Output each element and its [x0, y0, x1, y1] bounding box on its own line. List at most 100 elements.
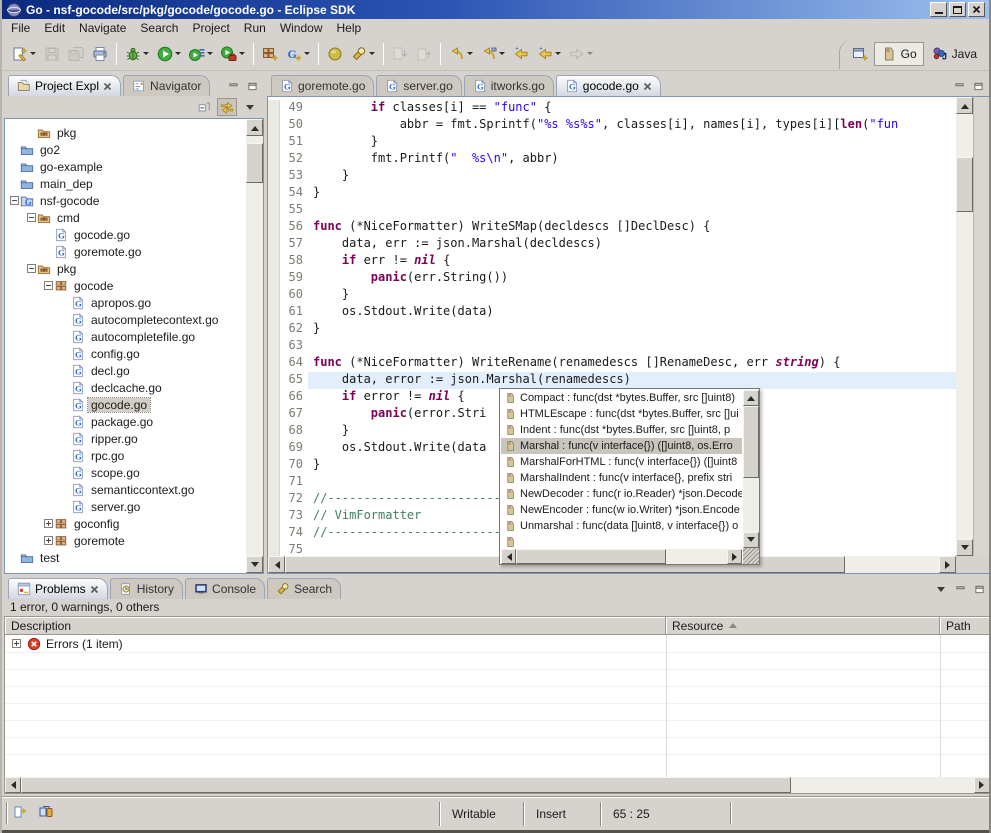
popup-resize-grip[interactable]: [743, 548, 759, 564]
run-history-dropdown-arrow[interactable]: [207, 52, 213, 58]
menu-navigate[interactable]: Navigate: [72, 19, 133, 37]
tab-close-icon[interactable]: [643, 82, 652, 91]
code-line-63[interactable]: 63: [268, 338, 956, 355]
tree-item-nsf-gocode[interactable]: Gnsf-gocode: [5, 192, 246, 209]
new-wizard-button[interactable]: [8, 42, 40, 66]
back-to-last-edit-dropdown-arrow[interactable]: [499, 52, 505, 58]
minus-expander[interactable]: [43, 281, 54, 290]
tree-scrollbar[interactable]: [246, 119, 263, 573]
problems-hscrollbar-thumb[interactable]: [21, 777, 791, 793]
menu-file[interactable]: File: [4, 19, 37, 37]
external-tools-dropdown-arrow[interactable]: [239, 52, 245, 58]
minimize-problems-button[interactable]: [952, 582, 968, 596]
problems-scroll-right-button[interactable]: [974, 777, 990, 793]
menu-run[interactable]: Run: [237, 19, 273, 37]
tree-item-go-example[interactable]: go-example: [5, 158, 246, 175]
problems-scroll-left-button[interactable]: [5, 777, 21, 793]
tree-item-rpc-go[interactable]: Grpc.go: [5, 447, 246, 464]
tab-search[interactable]: Search: [267, 578, 341, 599]
run-history-button[interactable]: [185, 42, 217, 66]
popup-scroll-up-button[interactable]: [743, 390, 759, 406]
tree-item-autocompletecontext-go[interactable]: Gautocompletecontext.go: [5, 311, 246, 328]
editor-tab-gocode-go[interactable]: Ggocode.go: [556, 75, 661, 96]
run-dropdown-arrow[interactable]: [175, 52, 181, 58]
tab-close-icon[interactable]: [90, 585, 99, 594]
tab-console[interactable]: Console: [185, 578, 265, 599]
code-line-50[interactable]: 50 abbr = fmt.Sprintf("%s %s%s", classes…: [268, 117, 956, 134]
tree-item-goremote-go[interactable]: Ggoremote.go: [5, 243, 246, 260]
minimize-view-button[interactable]: [225, 79, 241, 93]
tree-item-gocode-go[interactable]: Ggocode.go: [5, 226, 246, 243]
new-element-dropdown-arrow[interactable]: [304, 52, 310, 58]
editor-scroll-down-button[interactable]: [956, 539, 973, 556]
editor-scroll-up-button[interactable]: [956, 97, 973, 114]
new-wizard-dropdown-arrow[interactable]: [30, 52, 36, 58]
tree-item-server-go[interactable]: Gserver.go: [5, 498, 246, 515]
code-line-58[interactable]: 58 if err != nil {: [268, 253, 956, 270]
tab-close-icon[interactable]: [103, 82, 112, 91]
popup-hscrollbar-thumb[interactable]: [516, 549, 666, 564]
code-line-51[interactable]: 51 }: [268, 134, 956, 151]
perspective-go[interactable]: Go: [874, 42, 924, 66]
tree-item-autocompletefile-go[interactable]: Gautocompletefile.go: [5, 328, 246, 345]
completion-item[interactable]: Indent : func(dst *bytes.Buffer, src []u…: [501, 422, 742, 438]
tab-problems[interactable]: Problems: [8, 578, 108, 599]
open-resource-button[interactable]: [323, 42, 347, 66]
editor-scroll-left-button[interactable]: [268, 556, 285, 573]
trim-stack-icon[interactable]: [38, 804, 54, 820]
completion-item[interactable]: MarshalForHTML : func(v interface{}) ([]…: [501, 454, 742, 470]
plus-expander[interactable]: [43, 519, 54, 528]
code-line-52[interactable]: 52 fmt.Printf(" %s\n", abbr): [268, 151, 956, 168]
menu-search[interactable]: Search: [133, 19, 185, 37]
tab-project-expl[interactable]: Project Expl: [8, 75, 121, 96]
code-line-64[interactable]: 64func (*NiceFormatter) WriteRename(rena…: [268, 355, 956, 372]
code-line-61[interactable]: 61 os.Stdout.Write(data): [268, 304, 956, 321]
new-element-button[interactable]: G: [282, 42, 314, 66]
forward-dropdown-arrow[interactable]: [587, 52, 593, 58]
tree-scroll-up-button[interactable]: [246, 119, 263, 136]
tree-item-goconfig[interactable]: goconfig: [5, 515, 246, 532]
tree-item-package-go[interactable]: Gpackage.go: [5, 413, 246, 430]
search-button[interactable]: [347, 42, 379, 66]
code-line-62[interactable]: 62}: [268, 321, 956, 338]
explorer-view-menu-button[interactable]: [240, 98, 260, 116]
tree-item-go2[interactable]: go2: [5, 141, 246, 158]
editor-vscrollbar-thumb[interactable]: [956, 157, 973, 212]
minus-expander[interactable]: [9, 196, 20, 205]
column-header-resource[interactable]: Resource: [666, 617, 940, 635]
code-line-59[interactable]: 59 panic(err.String()): [268, 270, 956, 287]
popup-scroll-left-button[interactable]: [501, 549, 516, 564]
code-line-53[interactable]: 53 }: [268, 168, 956, 185]
tree-item-semanticcontext-go[interactable]: Gsemanticcontext.go: [5, 481, 246, 498]
column-header-path[interactable]: Path: [940, 617, 990, 635]
maximize-editor-button[interactable]: [970, 79, 986, 93]
minimize-editor-button[interactable]: [951, 79, 967, 93]
minimize-button[interactable]: [930, 2, 947, 17]
code-line-60[interactable]: 60 }: [268, 287, 956, 304]
last-edit-location-dropdown-arrow[interactable]: [467, 52, 473, 58]
close-button[interactable]: [968, 2, 985, 17]
debug-button[interactable]: [121, 42, 153, 66]
back-button[interactable]: [509, 42, 533, 66]
minus-expander[interactable]: [26, 213, 37, 222]
tree-item-apropos-go[interactable]: Gapropos.go: [5, 294, 246, 311]
plus-expander[interactable]: [11, 639, 22, 648]
editor-tab-server-go[interactable]: Gserver.go: [376, 75, 461, 96]
search-dropdown-arrow[interactable]: [369, 52, 375, 58]
problems-view-menu-button[interactable]: [933, 582, 949, 596]
popup-vscrollbar-thumb[interactable]: [743, 406, 759, 478]
new-package-button[interactable]: [258, 42, 282, 66]
tree-item-gocode[interactable]: gocode: [5, 277, 246, 294]
code-line-57[interactable]: 57 data, err := json.Marshal(decldescs): [268, 236, 956, 253]
tree-item-scope-go[interactable]: Gscope.go: [5, 464, 246, 481]
plus-expander[interactable]: [43, 536, 54, 545]
maximize-view-button[interactable]: [244, 79, 260, 93]
completion-item[interactable]: Unmarshal : func(data []uint8, v interfa…: [501, 518, 742, 534]
tree-item-test[interactable]: test: [5, 549, 246, 566]
link-with-editor-button[interactable]: [217, 98, 237, 116]
completion-item[interactable]: Marshal : func(v interface{}) ([]uint8, …: [501, 438, 742, 454]
tree-item-gocode-go[interactable]: Ggocode.go: [5, 396, 246, 413]
perspective-java[interactable]: JJava: [926, 43, 983, 65]
minus-expander[interactable]: [26, 264, 37, 273]
tree-item-goremote[interactable]: goremote: [5, 532, 246, 549]
